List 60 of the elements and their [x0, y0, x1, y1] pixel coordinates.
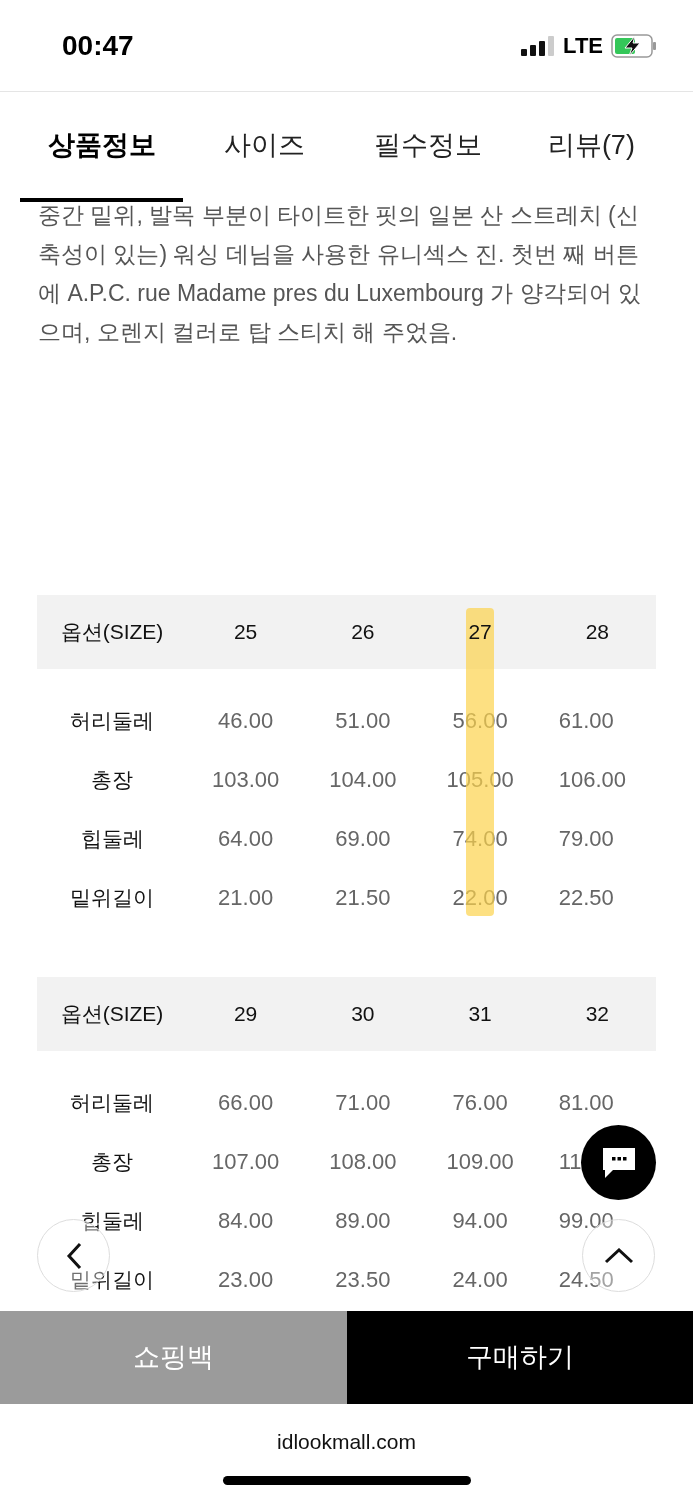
table-cell-text: 106.00 [558, 766, 627, 794]
battery-charging-icon [611, 33, 657, 58]
header-cell-text: 옵션(SIZE) [59, 619, 165, 646]
product-description: 중간 밑위, 발목 부분이 타이트한 핏의 일본 산 스트레치 (신축성이 있는) 워싱 데님을 사용한 유니섹스 진. 첫번 째 버튼에 A.P.C. rue Madame pres du Luxembourg 가 양각되어 있으며, 오렌지 컬러로 탑 스티치 해 주었음. [37, 201, 642, 347]
chevron-left-icon [65, 1241, 82, 1270]
row-label: 힙둘레 [79, 825, 145, 852]
table-cell-text: 23.50 [334, 1266, 392, 1294]
header-cell-text: 25 [232, 619, 259, 646]
row-label: 허리둘레 [69, 1089, 155, 1116]
table-cell-text: 23.00 [217, 1266, 275, 1294]
table-cell-text: 108.00 [328, 1148, 398, 1176]
table-cell-text: 109.00 [445, 1148, 515, 1176]
tab[interactable]: 사이즈 [183, 92, 347, 202]
chat-icon [600, 1145, 637, 1180]
table-cell-text: 71.00 [334, 1089, 392, 1117]
url-label: idlookmall.com [277, 1429, 416, 1455]
table-cell-text: 24.50 [558, 1266, 614, 1294]
table-cell-text: 11 [558, 1148, 582, 1176]
header-cell-text: 29 [232, 1001, 259, 1028]
row-label: 밑위길이 [69, 884, 155, 911]
tab[interactable]: 필수정보 [346, 92, 510, 202]
buy-button[interactable]: 구매하기 [346, 1311, 693, 1404]
header-cell-text: 30 [350, 1001, 376, 1028]
header-cell-text: 옵션(SIZE) [59, 1001, 165, 1028]
row-label: 총장 [90, 766, 134, 793]
table-cell-text: 81.00 [558, 1089, 614, 1117]
table-cell-text: 99.00 [558, 1207, 614, 1235]
table-cell-text: 84.00 [217, 1207, 275, 1235]
header-cell-text: 27 [467, 619, 493, 646]
table-cell-text: 76.00 [451, 1089, 509, 1117]
row-label: 밑위길이 [69, 1266, 155, 1293]
table-cell-text: 103.00 [210, 766, 281, 794]
header-cell-text: 32 [584, 1001, 611, 1028]
table-cell-text: 24.00 [451, 1266, 509, 1294]
row-label: 힙둘레 [79, 1207, 145, 1234]
table-cell-text: 21.00 [217, 884, 275, 912]
header-cell-text: 28 [584, 619, 611, 646]
row-label: 허리둘레 [69, 707, 155, 734]
table-cell-text: 66.00 [217, 1089, 275, 1117]
network-label: LTE [563, 32, 603, 60]
table-cell-text: 69.00 [334, 825, 392, 853]
table-cell-text: 79.00 [558, 825, 614, 853]
table-cell-text: 104.00 [328, 766, 398, 794]
tab[interactable]: 상품정보 [20, 92, 184, 202]
header-cell-text: 26 [350, 619, 376, 646]
tab[interactable]: 리뷰(7) [509, 92, 673, 202]
header-cell-text: 31 [467, 1001, 493, 1028]
table-cell-text: 107.00 [210, 1148, 281, 1176]
table-cell-text: 64.00 [217, 825, 275, 853]
table-cell-text: 46.00 [217, 707, 275, 735]
chevron-up-icon [603, 1247, 634, 1264]
row-label: 총장 [90, 1148, 134, 1175]
clock: 00:47 [62, 28, 134, 63]
table-cell-text: 61.00 [558, 707, 614, 735]
table-cell-text: 51.00 [334, 707, 392, 735]
table-cell-text: 94.00 [451, 1207, 509, 1235]
table-cell-text: 89.00 [334, 1207, 392, 1235]
table-cell-text: 22.50 [558, 884, 614, 912]
signal-icon [521, 35, 556, 56]
table-cell-text: 21.50 [334, 884, 392, 912]
